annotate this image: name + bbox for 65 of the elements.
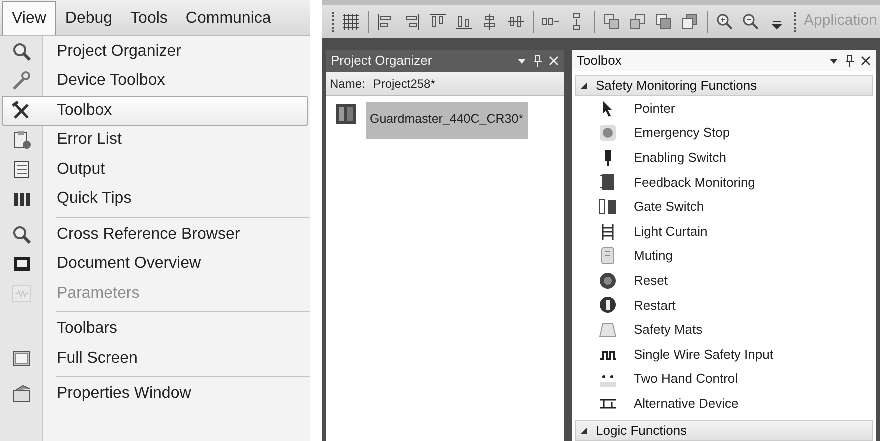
tools-icon [12, 100, 32, 121]
layers-icon[interactable] [629, 12, 647, 30]
dropdown-icon[interactable] [517, 56, 527, 66]
align-top-icon[interactable] [429, 12, 447, 30]
palette-entry[interactable]: Gate Switch [572, 194, 876, 220]
clipboard-icon [12, 130, 32, 150]
search-icon [12, 42, 32, 62]
menu-bar-item[interactable]: View [2, 1, 56, 35]
circle-bar-icon [599, 296, 617, 314]
collapse-triangle-icon [580, 426, 588, 435]
palette-entry[interactable]: Single Wire Safety Input [572, 342, 876, 367]
panel-title: Project Organizer [331, 52, 432, 70]
palette-entry[interactable]: Muting [572, 244, 876, 268]
menu-item[interactable]: Device Toolbox [2, 66, 308, 96]
screen-icon [12, 348, 32, 369]
panel-title: Toolbox [577, 52, 622, 70]
menu-bar-item[interactable]: Communica [176, 2, 280, 35]
palette-entry[interactable]: Enabling Switch [572, 146, 876, 170]
document-icon [599, 247, 617, 266]
layers-icon[interactable] [655, 12, 673, 30]
menu-item[interactable]: Toolbars [2, 314, 308, 344]
palette-entry[interactable]: Emergency Stop [572, 120, 876, 146]
palette-entry[interactable]: Feedback Monitoring [572, 170, 876, 195]
name-label: Name: [330, 76, 366, 92]
window-icon [12, 160, 32, 180]
mat-icon [599, 320, 617, 339]
collapse-triangle-icon [580, 82, 588, 90]
palette-entry[interactable]: Light Curtain [572, 219, 876, 244]
menu-item[interactable]: Toolbox [2, 96, 308, 126]
panel-icon [599, 173, 617, 192]
waveform-icon [12, 284, 32, 304]
menu-item[interactable]: Output [2, 155, 308, 184]
layers-icon[interactable] [681, 12, 699, 30]
close-icon[interactable] [861, 56, 871, 66]
group-header[interactable]: Logic Functions [575, 420, 873, 441]
menu-bar-item[interactable]: Tools [122, 2, 177, 35]
search-icon [12, 224, 32, 245]
palette-entry[interactable]: Two Hand Control [572, 366, 876, 392]
module-icon [334, 102, 358, 126]
properties-icon [12, 384, 32, 404]
palette-entry[interactable]: Reset [572, 268, 876, 294]
gate-icon [599, 198, 617, 216]
tree-item[interactable]: Guardmaster_440C_CR30* [366, 102, 528, 139]
menu-item[interactable]: Full Screen [2, 344, 308, 374]
pin-icon[interactable] [844, 54, 856, 67]
project-name: Project258* [373, 76, 436, 92]
group-header[interactable]: Safety Monitoring Functions [575, 75, 873, 96]
menu-item[interactable]: Properties Window [2, 380, 308, 409]
menu-item[interactable]: Cross Reference Browser [2, 220, 308, 250]
layers-icon[interactable] [603, 12, 621, 30]
palette-entry[interactable]: Alternative Device [572, 391, 876, 416]
stop-button-icon [599, 124, 617, 142]
menu-item[interactable]: Error List [2, 126, 308, 155]
menu-item[interactable]: Quick Tips [2, 184, 308, 214]
grid-icon[interactable] [342, 12, 360, 30]
palette-entry[interactable]: Restart [572, 293, 876, 318]
menu-bar-item[interactable]: Debug [56, 2, 122, 35]
menu-item[interactable]: Document Overview [2, 250, 308, 279]
palette-entry[interactable]: Pointer [572, 96, 876, 121]
menu-item[interactable]: Project Organizer [2, 37, 308, 66]
wrench-icon [12, 71, 32, 92]
palette-entry[interactable]: Safety Mats [572, 318, 876, 342]
zoom-out-icon[interactable] [742, 12, 760, 30]
zoom-in-icon[interactable] [716, 12, 734, 30]
toolbar-label: Application [804, 11, 878, 32]
